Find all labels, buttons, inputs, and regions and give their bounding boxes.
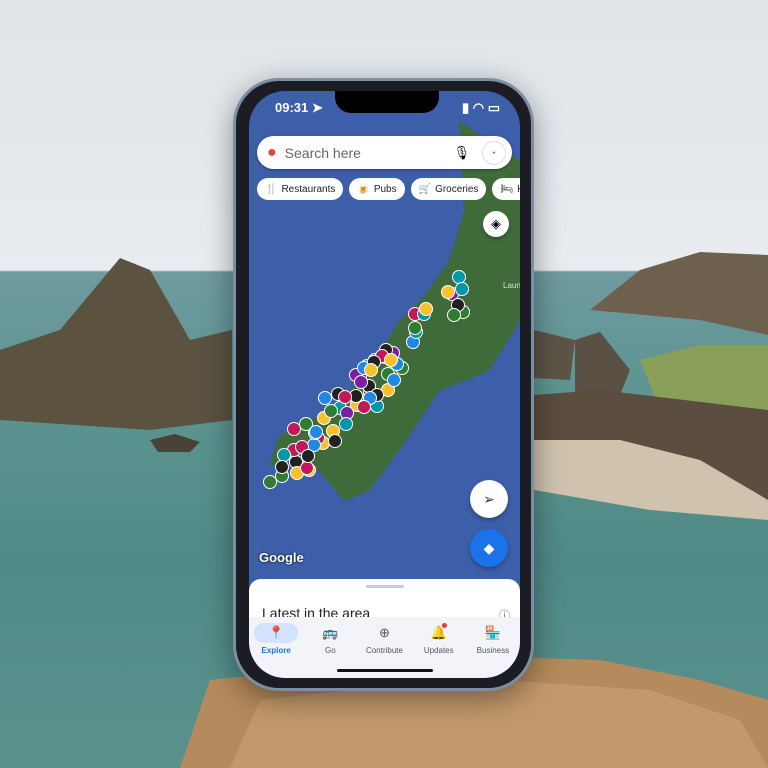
phone-frame: Laun 09:31 ➤ ▮ ◠ ▭ ● Search here 🎙 ● 🍴 Re… xyxy=(233,78,534,691)
bed-icon: 🛏 xyxy=(500,183,514,195)
map-place-pin[interactable] xyxy=(353,374,368,389)
map-place-pin[interactable] xyxy=(263,474,278,489)
google-maps-pin-icon: ● xyxy=(267,143,277,161)
home-indicator xyxy=(337,669,433,672)
clock: 09:31 xyxy=(275,100,309,115)
layers-button[interactable]: ◈ xyxy=(483,211,509,237)
chip-hotels[interactable]: 🛏Ho xyxy=(492,178,520,200)
sheet-drag-handle[interactable] xyxy=(366,585,404,588)
map-place-pin[interactable] xyxy=(308,425,323,440)
search-bar[interactable]: ● Search here 🎙 ● xyxy=(257,136,512,169)
nav-explore[interactable]: 📍 Explore xyxy=(249,617,303,678)
place-label: Laun xyxy=(503,281,520,290)
navigation-arrow-icon: ➢ xyxy=(483,490,495,507)
wifi-icon: ◠ xyxy=(472,100,485,115)
battery-icon: ▭ xyxy=(487,100,500,115)
profile-avatar[interactable]: ● xyxy=(482,140,506,165)
nav-business[interactable]: 🏪 Business xyxy=(466,617,520,678)
directions-button[interactable]: ◆ xyxy=(470,529,508,567)
map-place-pin[interactable] xyxy=(387,372,402,387)
cutlery-icon: 🍴 xyxy=(265,183,278,195)
commute-icon: 🚌 xyxy=(322,625,339,640)
signal-icon: ▮ xyxy=(461,100,470,115)
storefront-icon: 🏪 xyxy=(484,625,501,640)
search-input[interactable]: Search here xyxy=(285,145,454,161)
left-rock-formation xyxy=(0,258,232,430)
chip-groceries[interactable]: 🛒 Groceries xyxy=(410,178,487,200)
right-headland xyxy=(590,252,768,335)
map-place-pin[interactable] xyxy=(383,352,398,367)
category-chips: 🍴Restaurants 🍺Pubs 🛒Groceries 🛏Ho xyxy=(257,178,520,200)
map-place-pin[interactable] xyxy=(274,459,289,474)
microphone-icon[interactable]: 🎙 xyxy=(453,145,470,161)
google-attribution: Google xyxy=(259,550,304,565)
status-bar: 09:31 ➤ ▮ ◠ ▭ xyxy=(275,100,500,116)
chip-restaurants[interactable]: 🍴 Restaurants xyxy=(257,178,344,200)
layers-icon: ◈ xyxy=(491,216,501,231)
chip-pubs[interactable]: 🍺 Pubs xyxy=(349,178,405,200)
google-maps-screen: Laun 09:31 ➤ ▮ ◠ ▭ ● Search here 🎙 ● 🍴 Re… xyxy=(249,91,520,678)
bottom-sheet[interactable]: Latest in the area ⓘ xyxy=(249,579,520,622)
explore-pin-icon: 📍 xyxy=(254,623,299,643)
map-place-pin[interactable] xyxy=(324,403,339,418)
cart-icon: 🛒 xyxy=(418,183,432,195)
notification-badge xyxy=(441,623,447,628)
map-place-pin[interactable] xyxy=(418,301,433,316)
map-place-pin[interactable] xyxy=(317,390,332,405)
map-place-pin[interactable] xyxy=(337,389,352,404)
beer-mug-icon: 🍺 xyxy=(357,183,370,195)
map-place-pin[interactable] xyxy=(440,284,455,299)
my-location-button[interactable]: ➢ xyxy=(470,480,508,518)
map-place-pin[interactable] xyxy=(454,281,469,296)
bell-icon: 🔔 xyxy=(430,623,447,640)
map-place-pin[interactable] xyxy=(407,321,422,336)
add-circle-icon: ⊕ xyxy=(379,625,390,640)
directions-icon: ◆ xyxy=(483,539,495,556)
location-arrow-icon: ➤ xyxy=(311,100,323,115)
